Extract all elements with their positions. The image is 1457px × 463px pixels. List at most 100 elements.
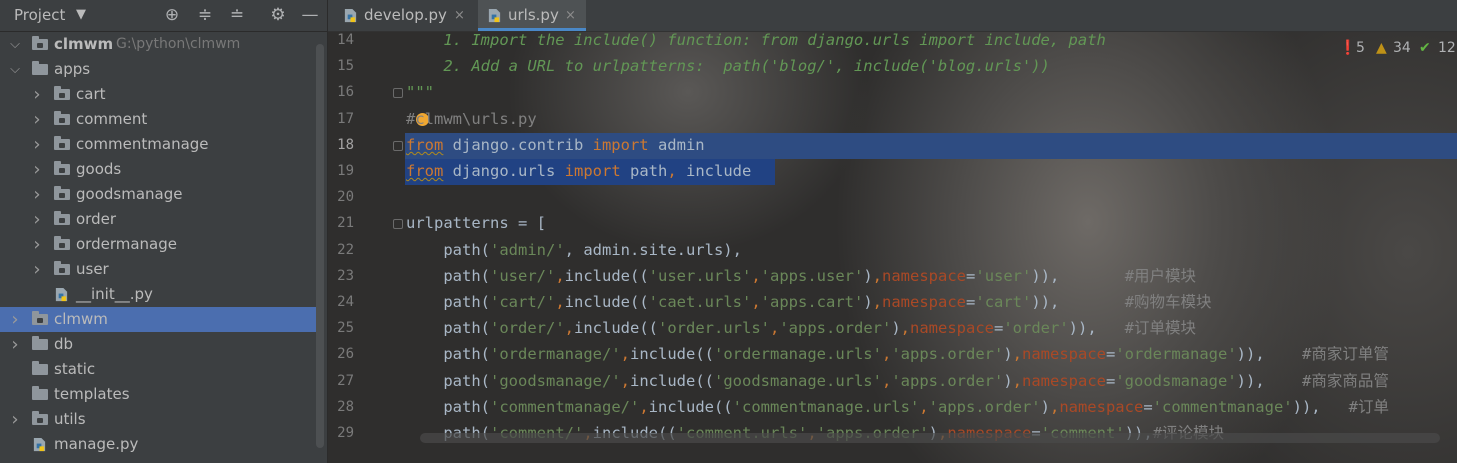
expand-all-icon[interactable]: ≑ xyxy=(194,4,216,26)
line-number[interactable]: 26 xyxy=(328,341,354,367)
project-panel-title[interactable]: Project xyxy=(14,6,65,24)
line-number[interactable]: 18 xyxy=(328,132,354,158)
code-line-21[interactable]: urlpatterns = [ xyxy=(406,210,546,236)
line-number[interactable]: 25 xyxy=(328,315,354,341)
code-text: urlpatterns = [ xyxy=(406,214,546,233)
tree-item-label: comment xyxy=(76,110,148,128)
tree-item-templates[interactable]: templates xyxy=(0,382,320,407)
chevron-down-icon[interactable]: ⌵ xyxy=(8,57,22,82)
tree-item-ordermanage[interactable]: › ordermanage xyxy=(0,232,320,257)
tab-develop-py[interactable]: develop.py × xyxy=(334,0,472,31)
code-token: 'apps.user' xyxy=(760,266,864,285)
chevron-right-icon[interactable]: › xyxy=(30,232,44,257)
tree-item-goods[interactable]: › goods xyxy=(0,157,320,182)
code-token: , xyxy=(555,266,565,285)
code-line-17[interactable]: #clmwm\urls.py xyxy=(406,106,537,132)
chevron-right-icon[interactable]: › xyxy=(30,82,44,107)
code-token: path( xyxy=(406,345,490,364)
minimize-icon[interactable]: — xyxy=(299,4,321,26)
chevron-right-icon[interactable]: › xyxy=(30,182,44,207)
line-number[interactable]: 27 xyxy=(328,368,354,394)
code-line-14[interactable]: 1. Import the include() function: from d… xyxy=(406,32,1106,53)
fold-marker-icon[interactable] xyxy=(393,219,403,230)
code-token: 'goodsmanage.urls' xyxy=(714,371,882,390)
tree-item-init-py[interactable]: __init__.py xyxy=(0,282,320,307)
line-number[interactable]: 15 xyxy=(328,53,354,79)
line-number[interactable]: 16 xyxy=(328,79,354,105)
close-icon[interactable]: × xyxy=(565,0,576,31)
close-icon[interactable]: × xyxy=(454,0,465,31)
tree-item-clmwm[interactable]: › clmwm xyxy=(0,307,320,332)
code-line-26[interactable]: path('ordermanage/',include(('ordermanag… xyxy=(406,341,1389,367)
line-number[interactable]: 20 xyxy=(328,184,354,210)
fold-marker-icon[interactable] xyxy=(393,140,403,151)
tree-item-comment[interactable]: › comment xyxy=(0,107,320,132)
tree-item-order[interactable]: › order xyxy=(0,207,320,232)
project-panel: Project ▼ ⊕ ≑ ≐ ⚙ — ⌵ clmwm G:\python\clmw… xyxy=(0,0,327,463)
folder-icon xyxy=(32,336,48,350)
inspection-widget[interactable]: ❗ 5 ▲ 34 ✔ 12 xyxy=(1327,40,1457,60)
chevron-right-icon[interactable]: › xyxy=(8,332,22,357)
code-token: 'ordermanage.urls' xyxy=(714,345,882,364)
tree-item-label: clmwm xyxy=(54,310,108,328)
chevron-right-icon[interactable]: › xyxy=(30,132,44,157)
chevron-right-icon[interactable]: › xyxy=(8,307,22,332)
chevron-right-icon[interactable]: › xyxy=(30,157,44,182)
chevron-right-icon[interactable]: › xyxy=(30,107,44,132)
tree-item-apps[interactable]: ⌵ apps xyxy=(0,57,320,82)
python-file-icon xyxy=(55,287,68,302)
line-number[interactable]: 17 xyxy=(328,106,354,132)
line-number[interactable]: 22 xyxy=(328,237,354,263)
code-token: 'apps.order' xyxy=(891,345,1004,364)
code-token: path( xyxy=(406,293,490,311)
chevron-right-icon[interactable]: › xyxy=(30,207,44,232)
code-line-16[interactable]: """ xyxy=(406,79,434,105)
code-token: )), xyxy=(1236,345,1265,364)
tree-item-static[interactable]: static xyxy=(0,357,320,382)
line-number[interactable]: 24 xyxy=(328,289,354,315)
collapse-all-icon[interactable]: ≐ xyxy=(226,4,248,26)
code-line-28[interactable]: path('commentmanage/',include(('commentm… xyxy=(406,394,1389,420)
code-token: import xyxy=(564,162,621,180)
code-line-23[interactable]: path('user/',include(('user.urls','apps.… xyxy=(406,263,1196,289)
project-scrollbar[interactable] xyxy=(316,44,324,448)
tree-item-db[interactable]: › db xyxy=(0,332,320,357)
horizontal-scrollbar[interactable] xyxy=(420,433,1440,443)
code-line-27[interactable]: path('goodsmanage/',include(('goodsmanag… xyxy=(406,368,1389,394)
chevron-right-icon[interactable]: › xyxy=(30,257,44,282)
tree-item-commentmanage[interactable]: › commentmanage xyxy=(0,132,320,157)
line-number[interactable]: 21 xyxy=(328,210,354,236)
chevron-down-icon[interactable]: ▼ xyxy=(76,7,86,22)
fold-marker-icon[interactable] xyxy=(393,88,403,99)
code-line-15[interactable]: 2. Add a URL to urlpatterns: path('blog/… xyxy=(406,53,1050,79)
code-token: 'apps.order' xyxy=(928,397,1041,416)
folder-icon xyxy=(32,61,48,75)
tree-item-goodsmanage[interactable]: › goodsmanage xyxy=(0,182,320,207)
tree-item-clmwm[interactable]: ⌵ clmwm G:\python\clmwm xyxy=(0,32,320,57)
locate-icon[interactable]: ⊕ xyxy=(161,4,183,26)
line-number[interactable]: 14 xyxy=(328,32,354,53)
tab-urls-py[interactable]: urls.py × xyxy=(478,0,586,31)
code-token: 'commentmanage/' xyxy=(490,397,640,416)
tree-item-user[interactable]: › user xyxy=(0,257,320,282)
line-number[interactable]: 19 xyxy=(328,158,354,184)
line-number[interactable]: 29 xyxy=(328,420,354,446)
code-token: #商家订单管 xyxy=(1302,345,1389,364)
tree-item-manage-py[interactable]: manage.py xyxy=(0,432,320,457)
tree-item-cart[interactable]: › cart xyxy=(0,82,320,107)
code-line-22[interactable]: path('admin/', admin.site.urls), xyxy=(406,237,742,263)
code-line-25[interactable]: path('order/',include(('order.urls','app… xyxy=(406,315,1196,341)
gear-icon[interactable]: ⚙ xyxy=(267,4,289,26)
code-text: 1. Import the include() function: from d… xyxy=(406,32,1106,49)
code-line-18[interactable]: from django.contrib import admin xyxy=(406,132,705,158)
line-number-gutter[interactable]: 14 15 16 17 18 19 20 21 22 23 24 25 26 27 28 29 xyxy=(328,32,403,463)
chevron-down-icon[interactable]: ⌵ xyxy=(8,32,22,57)
line-number[interactable]: 28 xyxy=(328,394,354,420)
chevron-right-icon[interactable]: › xyxy=(8,407,22,432)
code-line-24[interactable]: path('cart/',include(('caet.urls','apps.… xyxy=(406,289,1211,315)
line-number[interactable]: 23 xyxy=(328,263,354,289)
tree-item-utils[interactable]: › utils xyxy=(0,407,320,432)
code-editor[interactable]: 14 15 16 17 18 19 20 21 22 23 24 25 26 27 28 29 1. Impo… xyxy=(328,32,1457,463)
code-line-19[interactable]: from django.urls import path, include xyxy=(406,158,751,184)
folder-icon xyxy=(32,386,48,400)
